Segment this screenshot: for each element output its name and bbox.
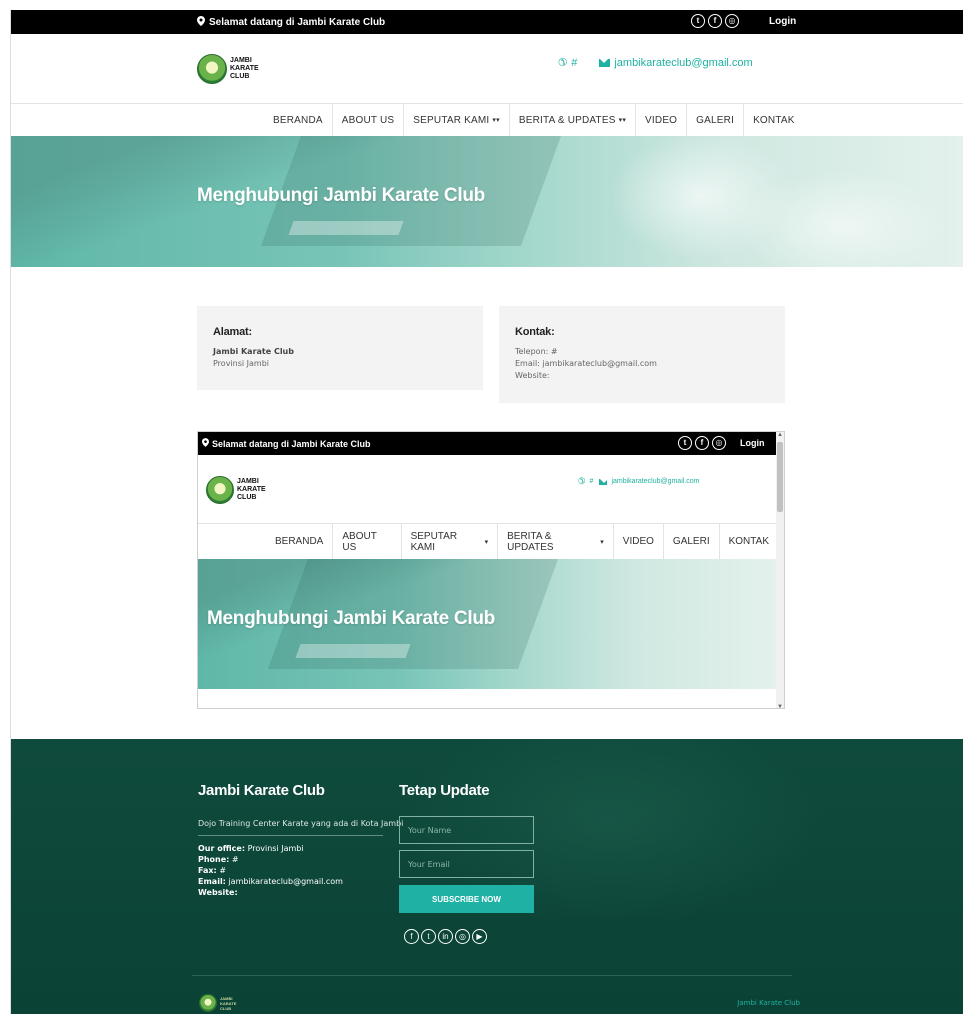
phone-icon: ✆ — [558, 57, 568, 69]
nav-item-beranda[interactable]: BERANDA — [266, 524, 334, 559]
map-marker-icon — [202, 438, 209, 449]
nav-item-galeri[interactable]: GALERI — [664, 524, 720, 559]
nav-item-berita-updates[interactable]: BERITA & UPDATES ▾▾ — [510, 104, 637, 136]
caret-down-icon: ▾ — [600, 538, 604, 546]
frame-nav: BERANDA ABOUT US SEPUTAR KAMI ▾ BERITA & … — [198, 524, 778, 559]
instagram-icon[interactable]: ◎ — [725, 14, 739, 28]
topbar-social-links: t f ◎ — [691, 14, 739, 28]
caret-down-icon: ▾ — [484, 538, 489, 546]
karate-emblem-icon — [206, 476, 234, 504]
phone-icon: ✆ — [578, 476, 586, 486]
footer-title: Jambi Karate Club — [198, 782, 325, 799]
nav-item-about-us[interactable]: ABOUT US — [333, 104, 405, 136]
facebook-icon[interactable]: f — [708, 14, 722, 28]
twitter-icon[interactable]: t — [421, 929, 436, 944]
scrollbar-thumb[interactable] — [777, 442, 783, 512]
frame-header-email[interactable]: jambikarateclub@gmail.com — [599, 478, 699, 485]
top-bar: Selamat datang di Jambi Karate Club t f … — [11, 10, 963, 34]
footer-contact-info: Our office: Provinsi Jambi Phone: # Fax:… — [198, 844, 343, 897]
site-footer: Jambi Karate Club Dojo Training Center K… — [11, 739, 963, 1014]
contact-heading: Kontak: — [515, 326, 555, 338]
envelope-icon — [599, 58, 611, 67]
header-email[interactable]: jambikarateclub@gmail.com — [599, 57, 753, 69]
frame-header: JAMBI KARATE CLUB ✆ # jambikarateclub@gm… — [198, 455, 778, 524]
caret-down-icon: ▾▾ — [492, 117, 500, 124]
envelope-icon — [599, 478, 609, 485]
logo-text: JAMBI KARATE CLUB — [230, 57, 259, 80]
newsletter-email-input[interactable]: Your Email — [399, 850, 534, 878]
nav-item-seputar-kami[interactable]: SEPUTAR KAMI ▾▾ — [404, 104, 510, 136]
address-line: Provinsi Jambi — [213, 359, 270, 368]
keyboard-image — [295, 644, 411, 658]
frame-social-links: t f ◎ — [678, 436, 726, 450]
footer-logo[interactable]: JAMBI KARATE CLUB — [199, 994, 240, 1012]
instagram-icon[interactable]: ◎ — [455, 929, 470, 944]
footer-divider — [198, 835, 383, 836]
keyboard-image — [288, 221, 404, 235]
hero-title: Menghubungi Jambi Karate Club — [197, 185, 485, 206]
karate-emblem-icon — [197, 54, 227, 84]
contact-website: Website: — [515, 371, 550, 380]
youtube-icon[interactable]: ▶ — [472, 929, 487, 944]
contact-phone: Telepon: # — [515, 347, 558, 356]
login-link[interactable]: Login — [769, 16, 796, 27]
nav-item-seputar-kami[interactable]: SEPUTAR KAMI ▾ — [402, 524, 499, 559]
header-contacts: ✆ # jambikarateclub@gmail.com — [558, 56, 753, 70]
nav-item-berita-updates[interactable]: BERITA & UPDATES ▾ — [498, 524, 614, 559]
facebook-icon[interactable]: f — [404, 929, 419, 944]
frame-scrollbar[interactable]: ▲ ▼ — [776, 432, 784, 708]
site-header: JAMBI KARATE CLUB ✆ # jambikarateclub@gm… — [11, 34, 963, 104]
footer-bottom-divider — [192, 975, 792, 976]
logo-text: JAMBI KARATE CLUB — [237, 478, 266, 501]
caret-down-icon: ▾▾ — [618, 117, 627, 124]
newsletter-name-input[interactable]: Your Name — [399, 816, 534, 844]
footer-copyright[interactable]: Jambi Karate Club — [737, 999, 800, 1007]
footer-social-links: f t in ◎ ▶ — [404, 929, 487, 944]
instagram-icon[interactable]: ◎ — [712, 436, 726, 450]
frame-login-link[interactable]: Login — [740, 438, 765, 448]
logo-text: JAMBI KARATE CLUB — [220, 995, 237, 1011]
linkedin-icon[interactable]: in — [438, 929, 453, 944]
frame-welcome-message: Selamat datang di Jambi Karate Club — [202, 438, 371, 449]
address-box: Alamat: Jambi Karate Club Provinsi Jambi — [197, 306, 483, 390]
site-logo[interactable]: JAMBI KARATE CLUB — [197, 54, 268, 84]
nav-item-video[interactable]: VIDEO — [636, 104, 688, 136]
karate-emblem-icon — [199, 994, 217, 1012]
subscribe-button[interactable]: SUBSCRIBE NOW — [399, 885, 534, 913]
newsletter-title: Tetap Update — [399, 782, 490, 799]
header-phone[interactable]: ✆ # — [558, 56, 577, 70]
page: Selamat datang di Jambi Karate Club t f … — [10, 10, 963, 1014]
embedded-page-frame[interactable]: Selamat datang di Jambi Karate Club t f … — [197, 431, 785, 709]
scroll-up-icon[interactable]: ▲ — [776, 432, 784, 438]
footer-description: Dojo Training Center Karate yang ada di … — [198, 819, 404, 828]
main-nav: BERANDA ABOUT US SEPUTAR KAMI ▾▾ BERITA &… — [11, 104, 963, 136]
map-marker-icon — [197, 16, 205, 29]
frame-header-phone[interactable]: ✆ # — [578, 476, 593, 487]
frame-logo[interactable]: JAMBI KARATE CLUB — [206, 476, 275, 504]
twitter-icon[interactable]: t — [678, 436, 692, 450]
contact-email[interactable]: Email: jambikarateclub@gmail.com — [515, 358, 769, 370]
frame-top-bar: Selamat datang di Jambi Karate Club t f … — [198, 432, 778, 455]
nav-item-kontak[interactable]: KONTAK — [720, 524, 778, 559]
facebook-icon[interactable]: f — [695, 436, 709, 450]
welcome-message: Selamat datang di Jambi Karate Club — [197, 16, 385, 29]
footer-email[interactable]: jambikarateclub@gmail.com — [228, 877, 342, 886]
nav-item-kontak[interactable]: KONTAK — [744, 104, 804, 136]
contact-box: Kontak: Telepon: # Email: jambikarateclu… — [499, 306, 785, 403]
nav-item-beranda[interactable]: BERANDA — [264, 104, 333, 136]
nav-item-galeri[interactable]: GALERI — [687, 104, 745, 136]
twitter-icon[interactable]: t — [691, 14, 705, 28]
nav-item-about-us[interactable]: ABOUT US — [333, 524, 402, 559]
scroll-down-icon[interactable]: ▼ — [776, 704, 784, 708]
address-heading: Alamat: — [213, 326, 252, 338]
frame-header-contacts: ✆ # jambikarateclub@gmail.com — [578, 476, 699, 487]
nav-item-video[interactable]: VIDEO — [614, 524, 664, 559]
address-line: Jambi Karate Club — [213, 347, 294, 356]
frame-hero-banner: Menghubungi Jambi Karate Club — [198, 559, 778, 689]
frame-hero-title: Menghubungi Jambi Karate Club — [207, 608, 495, 629]
hero-banner: Menghubungi Jambi Karate Club — [11, 136, 963, 267]
